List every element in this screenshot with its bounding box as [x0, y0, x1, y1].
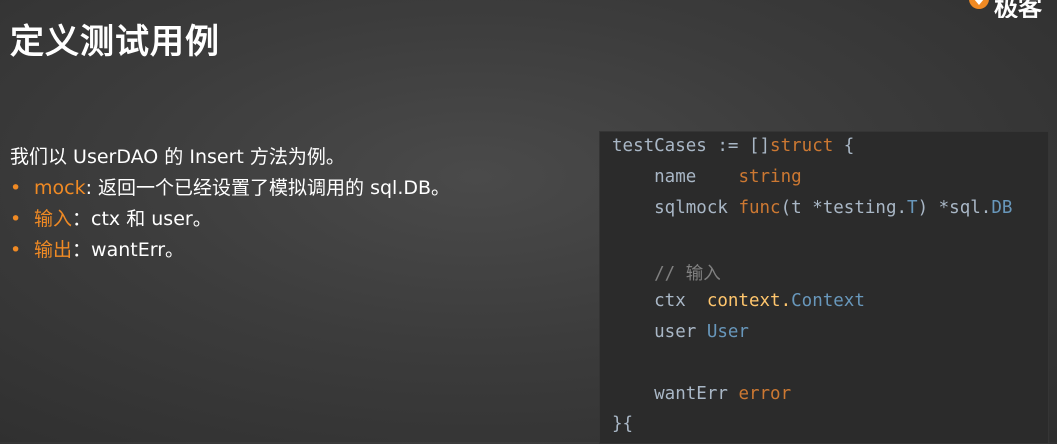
bullet-separator: ：	[72, 239, 92, 261]
slide-title: 定义测试用例	[10, 22, 220, 62]
bullet-icon: •	[10, 239, 22, 261]
bullet-separator: ：	[72, 208, 92, 230]
bullet-item-output: • 输出：wantErr。	[10, 235, 570, 266]
bullet-icon: •	[10, 177, 22, 199]
bullet-item-mock: • mock: 返回一个已经设置了模拟调用的 sql.DB。	[10, 173, 570, 204]
code-type: string	[738, 167, 802, 187]
code-type: DB	[991, 198, 1013, 218]
code-field: sqlmock	[612, 198, 728, 218]
slide-body: 我们以 UserDAO 的 Insert 方法为例。 • mock: 返回一个已经…	[10, 142, 570, 266]
code-field: ctx	[612, 291, 707, 311]
code-field: name	[612, 167, 739, 187]
bullet-text: 返回一个已经设置了模拟调用的 sql.DB。	[98, 177, 451, 199]
code-line-2: name string	[612, 167, 802, 187]
code-token: testCases := []	[612, 136, 771, 156]
bullet-item-input: • 输入：ctx 和 user。	[10, 204, 570, 235]
code-token: *testing.	[812, 198, 908, 218]
bullet-separator: :	[85, 177, 99, 199]
code-token: (t	[780, 198, 813, 218]
brand-logo-icon	[969, 0, 989, 9]
bullet-text: wantErr。	[91, 239, 184, 261]
code-line-6: ctx context.Context	[612, 291, 865, 311]
bullet-text: ctx 和 user。	[91, 208, 212, 230]
brand-logo-text: 极客	[994, 0, 1042, 18]
code-token: {	[833, 136, 855, 156]
bullet-key: 输入	[34, 208, 73, 230]
code-field: wantErr	[612, 384, 739, 404]
bullet-key: mock	[34, 177, 86, 199]
code-keyword: func	[727, 198, 781, 218]
code-line-10: }{	[612, 414, 634, 434]
code-field: user	[612, 322, 707, 342]
code-line-9: wantErr error	[612, 384, 791, 404]
code-comment: // 输入	[612, 264, 721, 284]
code-line-7: user User	[612, 322, 749, 342]
bullet-key: 输出	[34, 239, 73, 261]
code-line-1: testCases := []struct {	[612, 136, 854, 156]
code-token: ) *sql.	[917, 198, 992, 218]
code-type: T	[907, 198, 918, 218]
code-keyword: struct	[770, 136, 834, 156]
brand-logo: 极客	[968, 0, 1057, 18]
code-package: context.	[706, 291, 792, 311]
intro-text: 我们以 UserDAO 的 Insert 方法为例。	[10, 146, 345, 168]
bullet-icon: •	[10, 208, 22, 230]
code-block: testCases := []struct { name string sqlm…	[599, 131, 1049, 444]
code-type: Context	[791, 291, 865, 311]
code-line-3: sqlmock func(t *testing.T) *sql.DB	[612, 198, 1012, 218]
code-type: error	[738, 384, 792, 404]
code-type: User	[706, 322, 749, 342]
